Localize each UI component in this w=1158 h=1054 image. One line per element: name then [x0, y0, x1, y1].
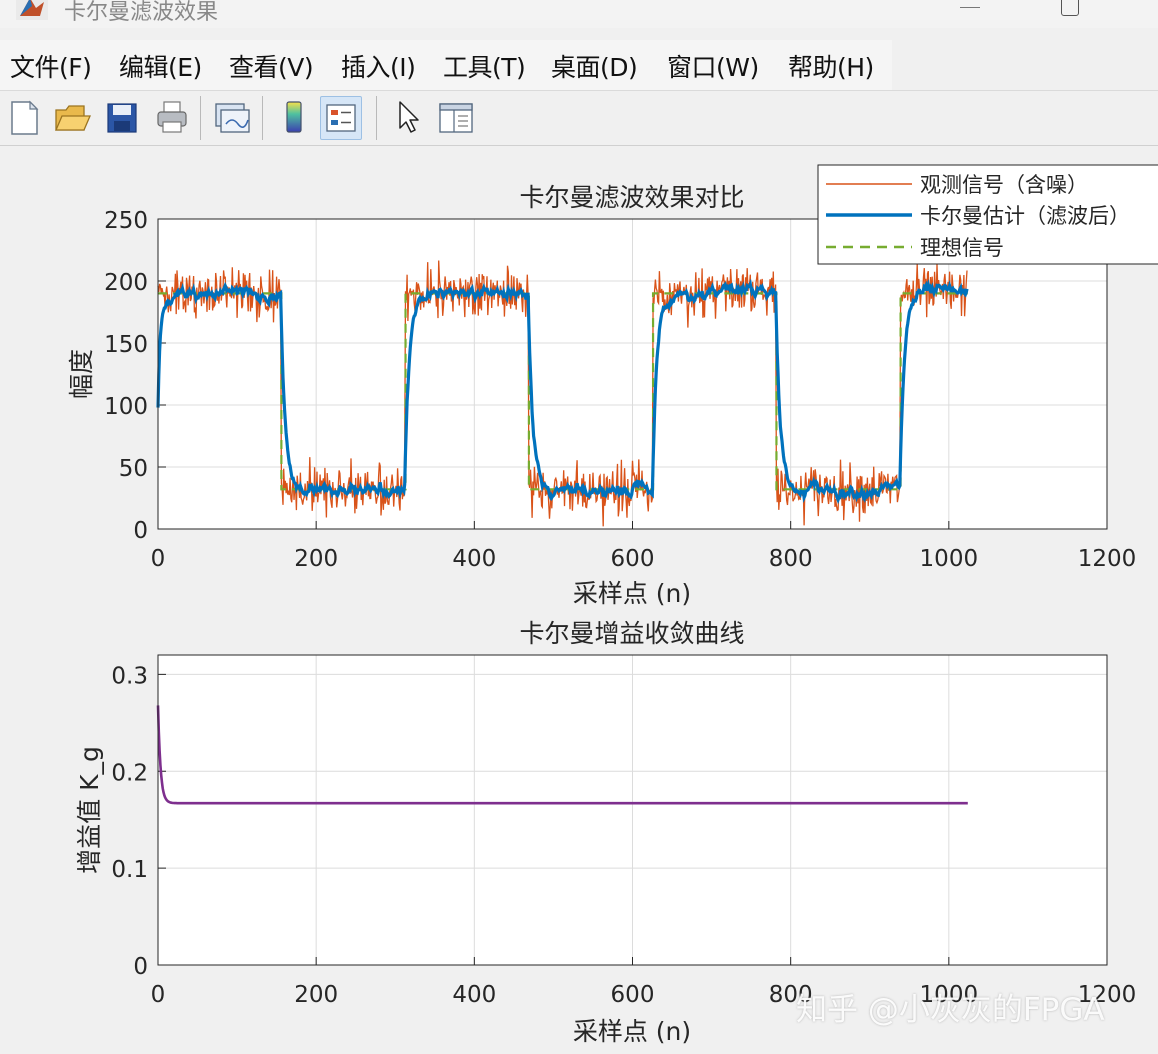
menu-insert[interactable]: 插入(I) — [341, 48, 416, 84]
chart-title: 卡尔曼增益收敛曲线 — [519, 619, 744, 648]
figure-plots: 0 200 400 600 800 1000 1200 0 50 100 150 200 250 卡尔… — [67, 164, 1158, 1046]
new-figure-icon — [11, 100, 39, 135]
chart-title: 卡尔曼滤波效果对比 — [519, 183, 744, 212]
axes-filter-comparison[interactable]: 0 200 400 600 800 1000 1200 0 50 100 150 200 250 卡尔… — [67, 164, 1158, 608]
legend-label-observed: 观测信号（含噪） — [920, 173, 1088, 197]
x-tick-label: 400 — [452, 546, 496, 572]
y-tick-label: 0.3 — [111, 663, 148, 689]
y-tick-label: 0.1 — [111, 857, 148, 883]
legend-label-kalman: 卡尔曼估计（滤波后） — [920, 204, 1130, 228]
watermark: 知乎 @小灰灰的FPGA — [796, 992, 1105, 1028]
maximize-button[interactable] — [1058, 0, 1084, 20]
x-tick-label: 600 — [611, 546, 655, 572]
x-axis-label: 采样点 (n) — [573, 579, 691, 608]
y-tick-label: 50 — [119, 456, 148, 482]
toolbar — [0, 92, 1158, 144]
menu-edit[interactable]: 编辑(E) — [119, 48, 202, 84]
x-axis-label: 采样点 (n) — [573, 1017, 691, 1046]
y-tick-label: 150 — [104, 332, 148, 358]
edit-plot-button[interactable] — [388, 96, 428, 138]
insert-colorbar-button[interactable] — [274, 96, 314, 138]
menu-view[interactable]: 查看(V) — [229, 48, 314, 84]
y-tick-label: 0 — [133, 954, 148, 980]
title-bar: 卡尔曼滤波效果 — [0, 0, 1158, 28]
link-plot-icon — [215, 103, 250, 133]
menu-desktop[interactable]: 桌面(D) — [551, 48, 638, 84]
toolbar-separator — [376, 96, 377, 140]
menu-bar: 文件(F) 编辑(E) 查看(V) 插入(I) 工具(T) 桌面(D) 窗口(W… — [0, 40, 892, 90]
y-tick-label: 250 — [104, 208, 148, 234]
toolbar-separator — [262, 96, 263, 140]
window-title: 卡尔曼滤波效果 — [64, 0, 219, 25]
x-tick-label: 1000 — [920, 546, 979, 572]
insert-legend-button[interactable] — [320, 96, 362, 140]
menu-tools[interactable]: 工具(T) — [443, 48, 526, 84]
property-inspector-icon — [439, 103, 473, 133]
x-tick-label: 600 — [611, 982, 655, 1008]
open-folder-icon — [55, 105, 91, 131]
x-tick-label: 200 — [294, 546, 338, 572]
new-figure-button[interactable] — [4, 96, 44, 138]
menu-window[interactable]: 窗口(W) — [667, 48, 759, 84]
save-button[interactable] — [102, 96, 142, 138]
legend-icon — [326, 104, 356, 132]
figure-canvas: 0 200 400 600 800 1000 1200 0 50 100 150 200 250 卡尔… — [0, 146, 1158, 1054]
y-tick-label: 0.2 — [111, 760, 148, 786]
y-tick-labels: 0 0.1 0.2 0.3 — [111, 663, 148, 980]
print-icon — [157, 101, 187, 133]
x-tick-label: 0 — [151, 546, 166, 572]
y-tick-labels: 0 50 100 150 200 250 — [104, 208, 148, 544]
y-axis-label: 幅度 — [67, 349, 96, 399]
legend[interactable]: 观测信号（含噪） 卡尔曼估计（滤波后） 理想信号 — [817, 164, 1158, 265]
x-tick-label: 0 — [151, 982, 166, 1008]
pointer-icon — [399, 101, 419, 133]
menu-divider — [0, 90, 1158, 91]
y-tick-label: 100 — [104, 394, 148, 420]
minimize-button[interactable] — [952, 0, 986, 20]
axes-gain-convergence[interactable]: 0 200 400 600 800 1000 1200 00.10.20.3 卡尔曼增益收敛… — [75, 619, 1136, 1046]
link-plot-button[interactable] — [212, 96, 252, 138]
x-tick-label: 400 — [452, 982, 496, 1008]
x-tick-labels: 0 200 400 600 800 1000 1200 — [151, 546, 1137, 572]
x-tick-label: 200 — [294, 982, 338, 1008]
y-tick-label: 200 — [104, 270, 148, 296]
menu-file[interactable]: 文件(F) — [10, 48, 92, 84]
property-inspector-button[interactable] — [436, 96, 476, 138]
open-file-button[interactable] — [52, 96, 92, 138]
matlab-logo-icon — [16, 0, 48, 20]
menu-help[interactable]: 帮助(H) — [788, 48, 874, 84]
x-tick-label: 800 — [769, 546, 813, 572]
save-icon — [107, 103, 137, 133]
x-tick-label: 1200 — [1078, 546, 1137, 572]
colorbar-icon — [286, 101, 302, 133]
legend-label-ideal: 理想信号 — [920, 236, 1004, 260]
y-tick-label: 0 — [133, 518, 148, 544]
toolbar-separator — [200, 96, 201, 140]
print-button[interactable] — [152, 96, 192, 138]
y-axis-label: 增益值 K_g — [75, 746, 104, 874]
